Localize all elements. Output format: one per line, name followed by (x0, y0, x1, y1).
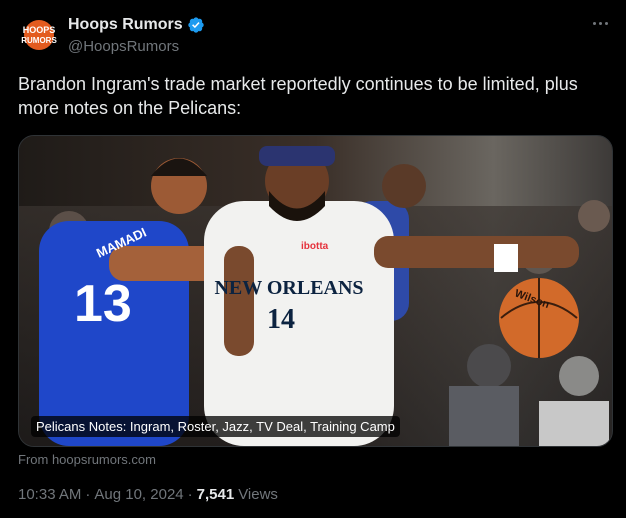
more-options-icon[interactable] (590, 16, 610, 30)
verified-badge-icon (187, 16, 205, 34)
svg-text:RUMORS: RUMORS (21, 36, 57, 45)
svg-text:14: 14 (267, 304, 295, 335)
avatar[interactable]: HOOPS RUMORS (18, 14, 60, 56)
svg-text:NEW ORLEANS: NEW ORLEANS (214, 277, 363, 299)
hoops-rumors-logo: HOOPS RUMORS (18, 14, 60, 56)
tweet-meta: 10:33 AM · Aug 10, 2024 · 7,541 Views (18, 486, 278, 503)
svg-text:ibotta: ibotta (301, 241, 329, 252)
tweet-text: Brandon Ingram's trade market reportedly… (18, 74, 578, 118)
card-source-link[interactable]: From hoopsrumors.com (18, 452, 156, 467)
svg-text:HOOPS: HOOPS (23, 25, 56, 35)
meta-separator: · (85, 486, 91, 503)
card-image: 13 MAMADI Wilson ibotta NEW ORLEANS 14 (19, 136, 612, 446)
name-row: Hoops Rumors (68, 14, 205, 36)
author-block: Hoops Rumors @HoopsRumors (68, 14, 205, 55)
tweet-time[interactable]: 10:33 AM (18, 486, 81, 503)
card-caption: Pelicans Notes: Ingram, Roster, Jazz, TV… (31, 416, 400, 437)
views-label: Views (238, 486, 278, 503)
display-name[interactable]: Hoops Rumors (68, 16, 183, 34)
handle[interactable]: @HoopsRumors (68, 38, 205, 55)
views-count[interactable]: 7,541 (197, 486, 235, 503)
meta-separator: · (187, 486, 193, 503)
tweet[interactable]: HOOPS RUMORS Hoops Rumors @HoopsRumors B… (0, 0, 626, 518)
tweet-date[interactable]: Aug 10, 2024 (94, 486, 183, 503)
link-card[interactable]: 13 MAMADI Wilson ibotta NEW ORLEANS 14 P… (18, 135, 613, 447)
svg-text:13: 13 (74, 275, 132, 333)
